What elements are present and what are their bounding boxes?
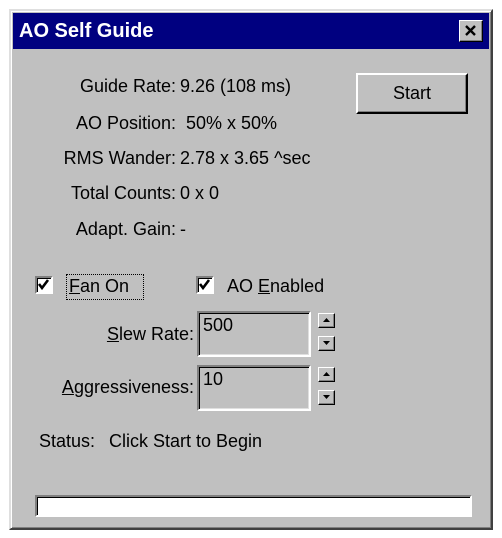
close-button[interactable] (459, 20, 483, 42)
aggressiveness-label: Aggressiveness: (62, 376, 194, 398)
slew-rate-spin-down[interactable] (318, 336, 335, 351)
slew-rate-spin-up[interactable] (318, 313, 335, 328)
fan-on-mnemonic: F (69, 276, 80, 296)
ao-position-value: 50% x 50% (186, 113, 278, 133)
slew-rate-label-rest: lew Rate: (118, 324, 194, 344)
arrow-down-icon (323, 341, 330, 345)
total-counts-label: Total Counts: (70, 183, 176, 203)
fan-on-checkbox[interactable] (35, 276, 53, 294)
arrow-down-icon (323, 395, 330, 399)
start-button-label: Start (392, 83, 431, 103)
start-button[interactable]: Start (356, 73, 468, 114)
ao-enabled-label-rest: nabled (270, 276, 325, 296)
guide-rate-value: 9.26 (108 ms) (180, 76, 292, 96)
adapt-gain-value: - (180, 219, 186, 239)
arrow-up-icon (323, 372, 330, 376)
aggressiveness-spin-up[interactable] (318, 367, 335, 382)
ao-enabled-mnemonic: E (258, 276, 271, 296)
arrow-up-icon (323, 318, 330, 322)
rms-wander-label: RMS Wander: (63, 148, 176, 168)
ao-enabled-label[interactable]: AO Enabled (227, 275, 324, 297)
dialog-window: AO Self Guide Guide Rate: 9.26 (108 ms) … (9, 9, 493, 530)
slew-rate-input[interactable]: 500 (197, 311, 311, 357)
fan-on-label[interactable]: Fan On (69, 275, 129, 297)
aggressiveness-spin-down[interactable] (318, 390, 335, 405)
status-label: Status: (39, 431, 96, 451)
rms-wander-value: 2.78 x 3.65 ^sec (180, 148, 311, 168)
aggressiveness-mnemonic: A (61, 377, 74, 397)
fan-on-label-rest: an On (80, 276, 130, 296)
slew-rate-mnemonic: S (106, 324, 119, 344)
guide-rate-label: Guide Rate: (79, 76, 176, 96)
checkmark-icon (37, 279, 50, 291)
progress-bar (35, 495, 472, 517)
close-icon (465, 25, 476, 36)
ao-position-label: AO Position: (75, 113, 176, 133)
aggressiveness-input[interactable]: 10 (197, 365, 311, 411)
ao-enabled-checkbox[interactable] (196, 276, 214, 294)
adapt-gain-label: Adapt. Gain: (75, 219, 176, 239)
title-bar[interactable]: AO Self Guide (13, 13, 489, 49)
aggressiveness-label-rest: ggressiveness: (73, 377, 194, 397)
slew-rate-label: Slew Rate: (107, 323, 194, 345)
status-text: Click Start to Begin (109, 431, 263, 451)
checkmark-icon (198, 279, 211, 291)
total-counts-value: 0 x 0 (180, 183, 220, 203)
ao-enabled-label-prefix: AO (227, 276, 259, 296)
window-title: AO Self Guide (19, 20, 154, 42)
